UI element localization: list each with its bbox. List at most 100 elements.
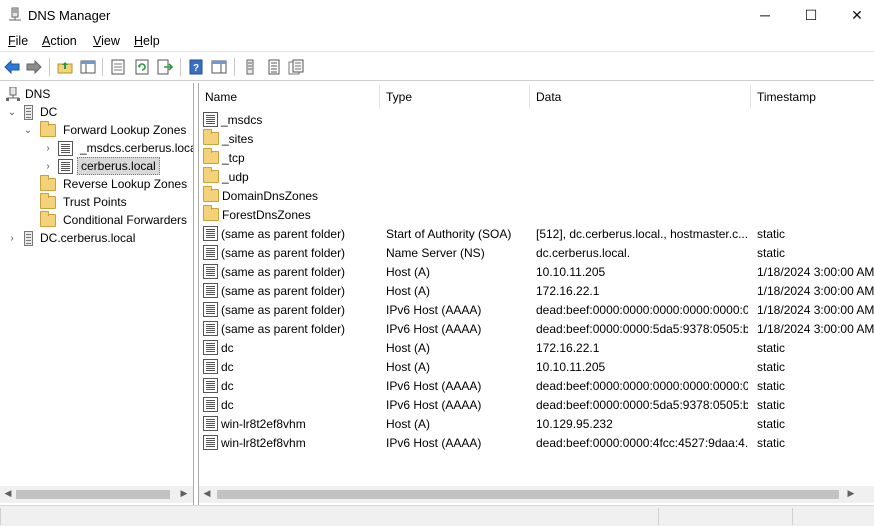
record-row[interactable]: (same as parent folder) Name Server (NS) d… [199, 243, 874, 262]
tree-node-dc-cerberus-local[interactable]: › DC.cerberus.local [6, 229, 138, 247]
menu-view[interactable]: View [93, 34, 120, 48]
properties-icon[interactable] [108, 57, 128, 77]
record-type: Host (A) [386, 340, 431, 355]
menu-action[interactable]: Action [42, 34, 77, 48]
show-hide-action-pane-icon[interactable] [209, 57, 229, 77]
record-type: IPv6 Host (AAAA) [386, 435, 482, 450]
dns-app-icon [8, 7, 22, 23]
scroll-left-icon[interactable]: ◀ [201, 488, 213, 499]
scroll-right-icon[interactable]: ▶ [178, 488, 190, 499]
chevron-down-icon[interactable]: ⌄ [6, 107, 18, 118]
menu-file[interactable]: File [8, 34, 28, 48]
record-row[interactable]: (same as parent folder) IPv6 Host (AAAA) d… [199, 300, 874, 319]
new-alias-icon[interactable] [286, 57, 306, 77]
record-row[interactable]: DomainDnsZones [199, 186, 874, 205]
tree-node-cerberus-local[interactable]: › cerberus.local [42, 157, 160, 175]
record-row[interactable]: _tcp [199, 148, 874, 167]
record-row[interactable]: _udp [199, 167, 874, 186]
record-row[interactable]: (same as parent folder) Host (A) 172.16.22… [199, 281, 874, 300]
record-row[interactable]: _sites [199, 129, 874, 148]
tree-node-dc[interactable]: ⌄ DC [6, 103, 60, 121]
column-header-data[interactable]: Data [530, 85, 751, 109]
folder-icon [203, 186, 219, 202]
list-horizontal-scrollbar[interactable]: ◀ ▶ [199, 486, 874, 503]
svg-text:?: ? [193, 63, 199, 74]
record-name: (same as parent folder) [221, 264, 346, 279]
record-row[interactable]: ForestDnsZones [199, 205, 874, 224]
minimize-button[interactable]: ─ [742, 0, 788, 30]
record-row[interactable]: win-lr8t2ef8vhm IPv6 Host (AAAA) dead:beef… [199, 433, 874, 452]
folder-icon [40, 120, 56, 137]
chevron-right-icon[interactable]: › [42, 143, 54, 154]
column-header-timestamp[interactable]: Timestamp [751, 85, 874, 109]
record-data [536, 167, 748, 186]
record-row[interactable]: dc IPv6 Host (AAAA) dead:beef:0000:0000:00… [199, 376, 874, 395]
chevron-down-icon[interactable]: ⌄ [22, 125, 34, 136]
record-row[interactable]: _msdcs [199, 110, 874, 129]
scroll-right-icon[interactable]: ▶ [845, 488, 857, 499]
folder-icon [40, 192, 56, 209]
record-name-cell: dc [203, 357, 379, 376]
folder-icon [203, 167, 219, 183]
show-hide-tree-icon[interactable] [78, 57, 98, 77]
record-timestamp: 1/18/2024 3:00:00 AM [757, 283, 874, 298]
new-host-icon[interactable] [264, 57, 284, 77]
new-record-icon[interactable] [240, 57, 260, 77]
tree-node-dns[interactable]: DNS [6, 85, 53, 103]
back-arrow-icon[interactable] [2, 57, 22, 77]
record-timestamp [757, 186, 874, 205]
record-type: IPv6 Host (AAAA) [386, 321, 482, 336]
column-header-name[interactable]: Name [199, 85, 380, 109]
dns-record-icon [203, 283, 218, 298]
record-name-cell: win-lr8t2ef8vhm [203, 414, 379, 433]
record-row[interactable]: dc Host (A) 172.16.22.1 static [199, 338, 874, 357]
record-type: Host (A) [386, 416, 431, 431]
record-name-cell: (same as parent folder) [203, 243, 379, 262]
up-folder-icon[interactable] [55, 57, 75, 77]
forward-arrow-icon[interactable] [24, 57, 44, 77]
record-row[interactable]: dc IPv6 Host (AAAA) dead:beef:0000:0000:5d… [199, 395, 874, 414]
tree-node-reverse-lookup-zones[interactable]: Reverse Lookup Zones [34, 174, 190, 193]
record-name: _tcp [222, 150, 245, 165]
dns-record-icon [203, 378, 218, 393]
close-button[interactable]: ✕ [834, 0, 874, 30]
record-type: Start of Authority (SOA) [386, 226, 512, 241]
tree-node-forward-lookup-zones[interactable]: ⌄ Forward Lookup Zones [22, 120, 189, 139]
record-data [536, 148, 748, 167]
record-row[interactable]: dc Host (A) 10.10.11.205 static [199, 357, 874, 376]
help-icon[interactable]: ? [186, 57, 206, 77]
scrollbar-thumb[interactable] [217, 490, 839, 499]
record-name-cell: dc [203, 376, 379, 395]
scrollbar-thumb[interactable] [16, 490, 170, 499]
folder-icon [40, 174, 56, 191]
record-name: (same as parent folder) [221, 302, 346, 317]
record-data: 10.129.95.232 [536, 416, 613, 431]
tree-label: _msdcs.cerberus.local [80, 141, 194, 155]
record-name-cell: (same as parent folder) [203, 319, 379, 338]
record-data: 10.10.11.205 [536, 264, 606, 279]
tree-horizontal-scrollbar[interactable]: ◀ ▶ [0, 486, 193, 503]
server-icon [24, 104, 33, 120]
tree-node-trust-points[interactable]: Trust Points [34, 192, 130, 211]
column-header-type[interactable]: Type [380, 85, 530, 109]
refresh-icon[interactable] [132, 57, 152, 77]
record-timestamp [757, 148, 874, 167]
record-row[interactable]: win-lr8t2ef8vhm Host (A) 10.129.95.232 stat… [199, 414, 874, 433]
record-row[interactable]: (same as parent folder) Start of Authorit… [199, 224, 874, 243]
export-list-icon[interactable] [155, 57, 175, 77]
chevron-right-icon[interactable]: › [42, 161, 54, 172]
tree-node-conditional-forwarders[interactable]: Conditional Forwarders [34, 210, 190, 229]
menu-help[interactable]: Help [134, 34, 160, 48]
record-row[interactable]: (same as parent folder) IPv6 Host (AAAA) d… [199, 319, 874, 338]
chevron-right-icon[interactable]: › [6, 233, 18, 244]
record-type [386, 129, 526, 148]
tree-node-msdcs-zone[interactable]: › _msdcs.cerberus.local [42, 139, 194, 157]
record-name-cell: win-lr8t2ef8vhm [203, 433, 379, 452]
scroll-left-icon[interactable]: ◀ [2, 488, 14, 499]
server-icon [24, 230, 33, 246]
record-timestamp: static [757, 340, 786, 355]
record-name-cell: (same as parent folder) [203, 281, 379, 300]
record-timestamp: 1/18/2024 3:00:00 AM [757, 321, 874, 336]
maximize-button[interactable]: ☐ [788, 0, 834, 30]
record-row[interactable]: (same as parent folder) Host (A) 10.10.11.… [199, 262, 874, 281]
